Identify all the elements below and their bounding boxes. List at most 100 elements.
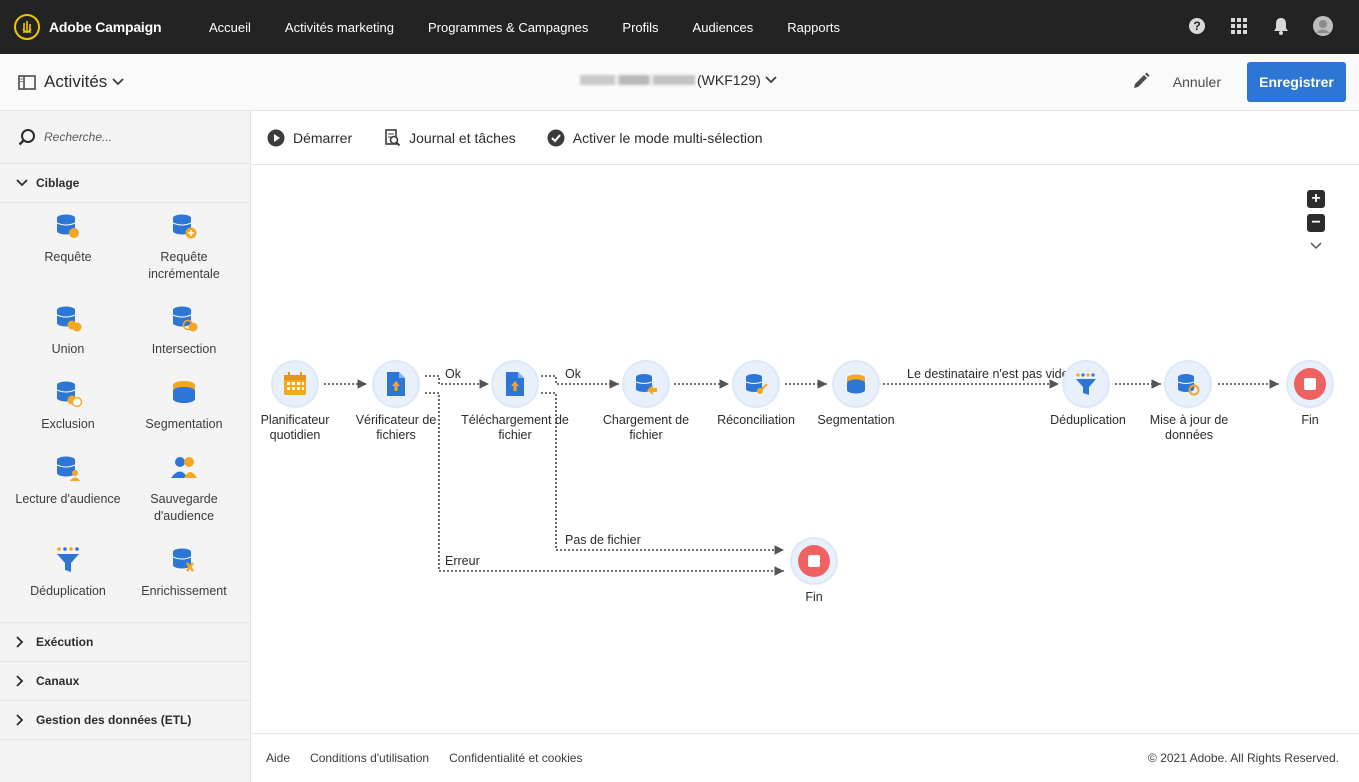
brand-name: Adobe Campaign [49, 19, 162, 35]
deduplication-icon [1076, 373, 1096, 395]
exclusion-icon [56, 381, 83, 408]
node-label-end-branch: Fin [805, 590, 823, 604]
node-load-file[interactable] [622, 360, 670, 408]
category-label: Ciblage [36, 176, 80, 190]
nav-item-rapports[interactable]: Rapports [787, 20, 840, 35]
page-header: Activités (WKF129) Annuler Enregistrer [0, 54, 1359, 111]
node-label-scheduler: Planificateur quotidien [260, 413, 330, 442]
workflow-transitions [324, 375, 1279, 576]
tile-intersection[interactable]: Intersection [127, 295, 241, 370]
footer-help-link[interactable]: Aide [266, 751, 290, 765]
activities-sidebar: Recherche... Ciblage Requête Requête inc… [0, 111, 251, 782]
multiselect-label: Activer le mode multi-sélection [572, 129, 763, 146]
redacted-workflow-name [580, 75, 695, 85]
top-navigation-bar: Adobe Campaign Accueil Activités marketi… [0, 0, 1359, 54]
node-label-load-file: Chargement de fichier [602, 413, 690, 442]
nav-item-activites-marketing[interactable]: Activités marketing [285, 20, 394, 35]
tile-exclusion[interactable]: Exclusion [11, 370, 125, 445]
start-button[interactable]: Démarrer [267, 129, 352, 147]
calendar-icon [284, 372, 306, 395]
transition-label-error: Erreur [445, 554, 480, 568]
tile-requete-incrementale[interactable]: Requête incrémentale [127, 203, 241, 295]
category-gestion-donnees[interactable]: Gestion des données (ETL) [0, 701, 250, 740]
stop-icon [798, 545, 830, 577]
search-icon [18, 129, 35, 146]
category-execution[interactable]: Exécution [0, 623, 250, 662]
chevron-down-icon [765, 76, 777, 84]
node-label-file-download: Téléchargement de fichier [461, 413, 569, 442]
tile-label: Segmentation [145, 417, 223, 431]
node-file-download[interactable] [491, 360, 539, 408]
tile-union[interactable]: Union [11, 295, 125, 370]
ciblage-tiles: Requête Requête incrémentale Union Inter… [0, 203, 250, 623]
category-label: Canaux [36, 674, 80, 688]
category-canaux[interactable]: Canaux [0, 662, 250, 701]
tile-deduplication[interactable]: Déduplication [11, 537, 125, 612]
tile-lecture-audience[interactable]: Lecture d'audience [11, 445, 125, 520]
save-button[interactable]: Enregistrer [1247, 62, 1346, 102]
node-segmentation[interactable] [832, 360, 880, 408]
play-icon [267, 129, 285, 146]
canvas-toolbar: Démarrer Journal et tâches Activer le mo… [251, 111, 1359, 165]
panel-toggle-icon [18, 74, 36, 90]
tile-sauvegarde-audience[interactable]: Sauvegarde d'audience [127, 445, 241, 537]
nav-item-programmes-campagnes[interactable]: Programmes & Campagnes [428, 20, 588, 35]
chevron-right-icon [16, 675, 30, 687]
segmentation-icon [847, 374, 865, 394]
page-footer: Aide Conditions d'utilisation Confidenti… [251, 733, 1359, 782]
bell-icon[interactable] [1271, 16, 1291, 36]
transition-label-no-file: Pas de fichier [565, 533, 641, 547]
transition-label-ok-1: Ok [445, 367, 461, 381]
tile-segmentation[interactable]: Segmentation [127, 370, 241, 445]
nav-item-profils[interactable]: Profils [622, 20, 658, 35]
category-ciblage[interactable]: Ciblage [0, 164, 250, 203]
file-upload-icon [387, 372, 405, 396]
page-title: Activités [44, 72, 108, 91]
node-end-main[interactable] [1286, 360, 1334, 408]
segmentation-icon [173, 381, 195, 403]
intersection-icon [172, 306, 198, 332]
activities-panel-toggle[interactable]: Activités [18, 72, 558, 92]
query-icon [56, 214, 79, 238]
node-deduplication[interactable] [1062, 360, 1110, 408]
tile-label: Requête [44, 250, 92, 264]
svg-text:?: ? [1193, 19, 1200, 33]
node-label-reconciliation: Réconciliation [717, 413, 795, 427]
cancel-button[interactable]: Annuler [1173, 74, 1221, 90]
file-download-icon [506, 372, 524, 396]
apps-grid-icon[interactable] [1229, 16, 1249, 36]
update-data-icon [1177, 374, 1200, 396]
node-label-update-data: Mise à jour de données [1149, 413, 1229, 442]
node-file-checker[interactable] [372, 360, 420, 408]
footer-terms-link[interactable]: Conditions d'utilisation [310, 751, 429, 765]
nav-item-audiences[interactable]: Audiences [693, 20, 754, 35]
save-audience-icon [171, 457, 197, 478]
tile-label: Intersection [151, 342, 217, 356]
sidebar-search[interactable]: Recherche... [0, 111, 250, 164]
workflow-canvas[interactable]: + − Ok Ok Le destinataire n'est pas vide… [251, 165, 1359, 733]
node-end-branch[interactable] [790, 537, 838, 585]
help-icon[interactable]: ? [1187, 16, 1207, 36]
brand[interactable]: Adobe Campaign [14, 14, 204, 40]
node-update-data[interactable] [1164, 360, 1212, 408]
tile-label: Union [51, 342, 85, 356]
avatar-icon[interactable] [1313, 16, 1333, 36]
workflow-title-dropdown[interactable]: (WKF129) [580, 72, 777, 88]
tile-label: Requête incrémentale [148, 250, 220, 281]
multiselect-toggle[interactable]: Activer le mode multi-sélection [547, 129, 763, 147]
node-label-file-checker: Vérificateur de fichiers [355, 413, 437, 442]
logs-tasks-button[interactable]: Journal et tâches [383, 128, 516, 147]
tile-enrichissement[interactable]: Enrichissement [127, 537, 241, 612]
node-scheduler[interactable] [271, 360, 319, 408]
tile-requete[interactable]: Requête [11, 203, 125, 278]
tile-label: Sauvegarde d'audience [150, 492, 218, 523]
footer-privacy-link[interactable]: Confidentialité et cookies [449, 751, 582, 765]
stop-icon [1294, 368, 1326, 400]
nav-item-accueil[interactable]: Accueil [209, 20, 251, 35]
edit-pencil-icon[interactable] [1131, 71, 1151, 94]
tile-label: Exclusion [41, 417, 95, 431]
node-reconciliation[interactable] [732, 360, 780, 408]
node-label-deduplication: Déduplication [1050, 413, 1126, 427]
check-circle-icon [547, 129, 565, 146]
search-input[interactable]: Recherche... [44, 130, 112, 144]
